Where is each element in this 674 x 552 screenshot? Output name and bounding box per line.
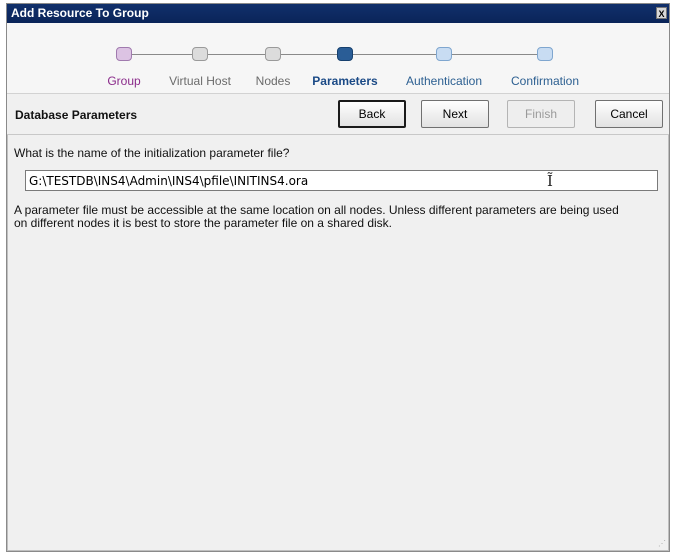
help-text: A parameter file must be accessible at t… xyxy=(14,203,619,230)
step-label-confirmation[interactable]: Confirmation xyxy=(511,74,579,88)
finish-button[interactable]: Finish xyxy=(507,100,575,128)
step-node-parameters xyxy=(337,47,353,61)
step-connector xyxy=(345,54,444,55)
wizard-toolbar: Database Parameters Back Next Finish Can… xyxy=(7,93,669,135)
dialog-window: Add Resource To Group X Group Virtual Ho… xyxy=(6,3,670,552)
step-node-nodes xyxy=(265,47,281,61)
wizard-stepper: Group Virtual Host Nodes Parameters Auth… xyxy=(7,23,669,94)
text-cursor-icon: Ĩ xyxy=(547,172,553,190)
step-connector xyxy=(281,54,345,55)
resize-grip-icon[interactable]: ⋰ xyxy=(658,539,666,548)
title-bar[interactable]: Add Resource To Group X xyxy=(7,4,669,23)
step-node-authentication xyxy=(436,47,452,61)
content-panel: What is the name of the initialization p… xyxy=(7,135,669,551)
pfile-question: What is the name of the initialization p… xyxy=(14,146,290,160)
step-label-virtual-host[interactable]: Virtual Host xyxy=(169,74,231,88)
next-button[interactable]: Next xyxy=(421,100,489,128)
step-label-nodes[interactable]: Nodes xyxy=(256,74,291,88)
step-label-parameters[interactable]: Parameters xyxy=(312,74,377,88)
cancel-button[interactable]: Cancel xyxy=(595,100,663,128)
step-node-group xyxy=(116,47,132,61)
step-connector xyxy=(444,54,545,55)
step-node-virtual-host xyxy=(192,47,208,61)
back-button[interactable]: Back xyxy=(338,100,406,128)
close-button[interactable]: X xyxy=(656,7,667,19)
step-label-group[interactable]: Group xyxy=(107,74,140,88)
page-title: Database Parameters xyxy=(15,108,138,122)
window-title: Add Resource To Group xyxy=(11,6,149,20)
step-label-authentication[interactable]: Authentication xyxy=(406,74,482,88)
pfile-path-input[interactable] xyxy=(25,170,658,191)
step-node-confirmation xyxy=(537,47,553,61)
